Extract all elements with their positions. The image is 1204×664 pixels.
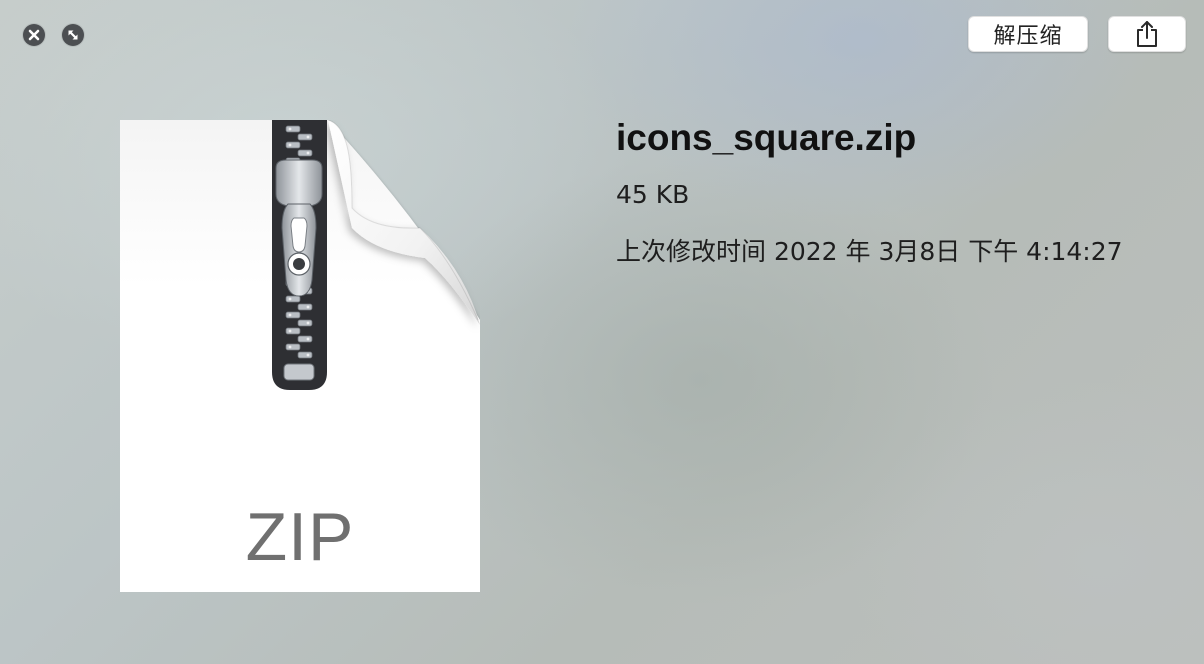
file-extension-label: ZIP [245, 499, 355, 575]
share-icon [1137, 21, 1157, 47]
file-modified-date: 上次修改时间 2022 年 3月8日 下午 4:14:27 [616, 237, 1123, 266]
fullscreen-button[interactable] [62, 24, 84, 46]
decompress-button[interactable]: 解压缩 [968, 16, 1088, 52]
share-button[interactable] [1108, 16, 1186, 52]
file-info: icons_square.zip 45 KB 上次修改时间 2022 年 3月8… [616, 116, 1123, 267]
zip-file-icon: ZIP [120, 120, 480, 592]
close-icon [28, 29, 40, 41]
file-name: icons_square.zip [616, 117, 917, 158]
close-button[interactable] [23, 24, 45, 46]
file-size: 45 KB [616, 180, 690, 209]
fullscreen-icon [68, 30, 78, 40]
decompress-button-label: 解压缩 [993, 24, 1063, 49]
